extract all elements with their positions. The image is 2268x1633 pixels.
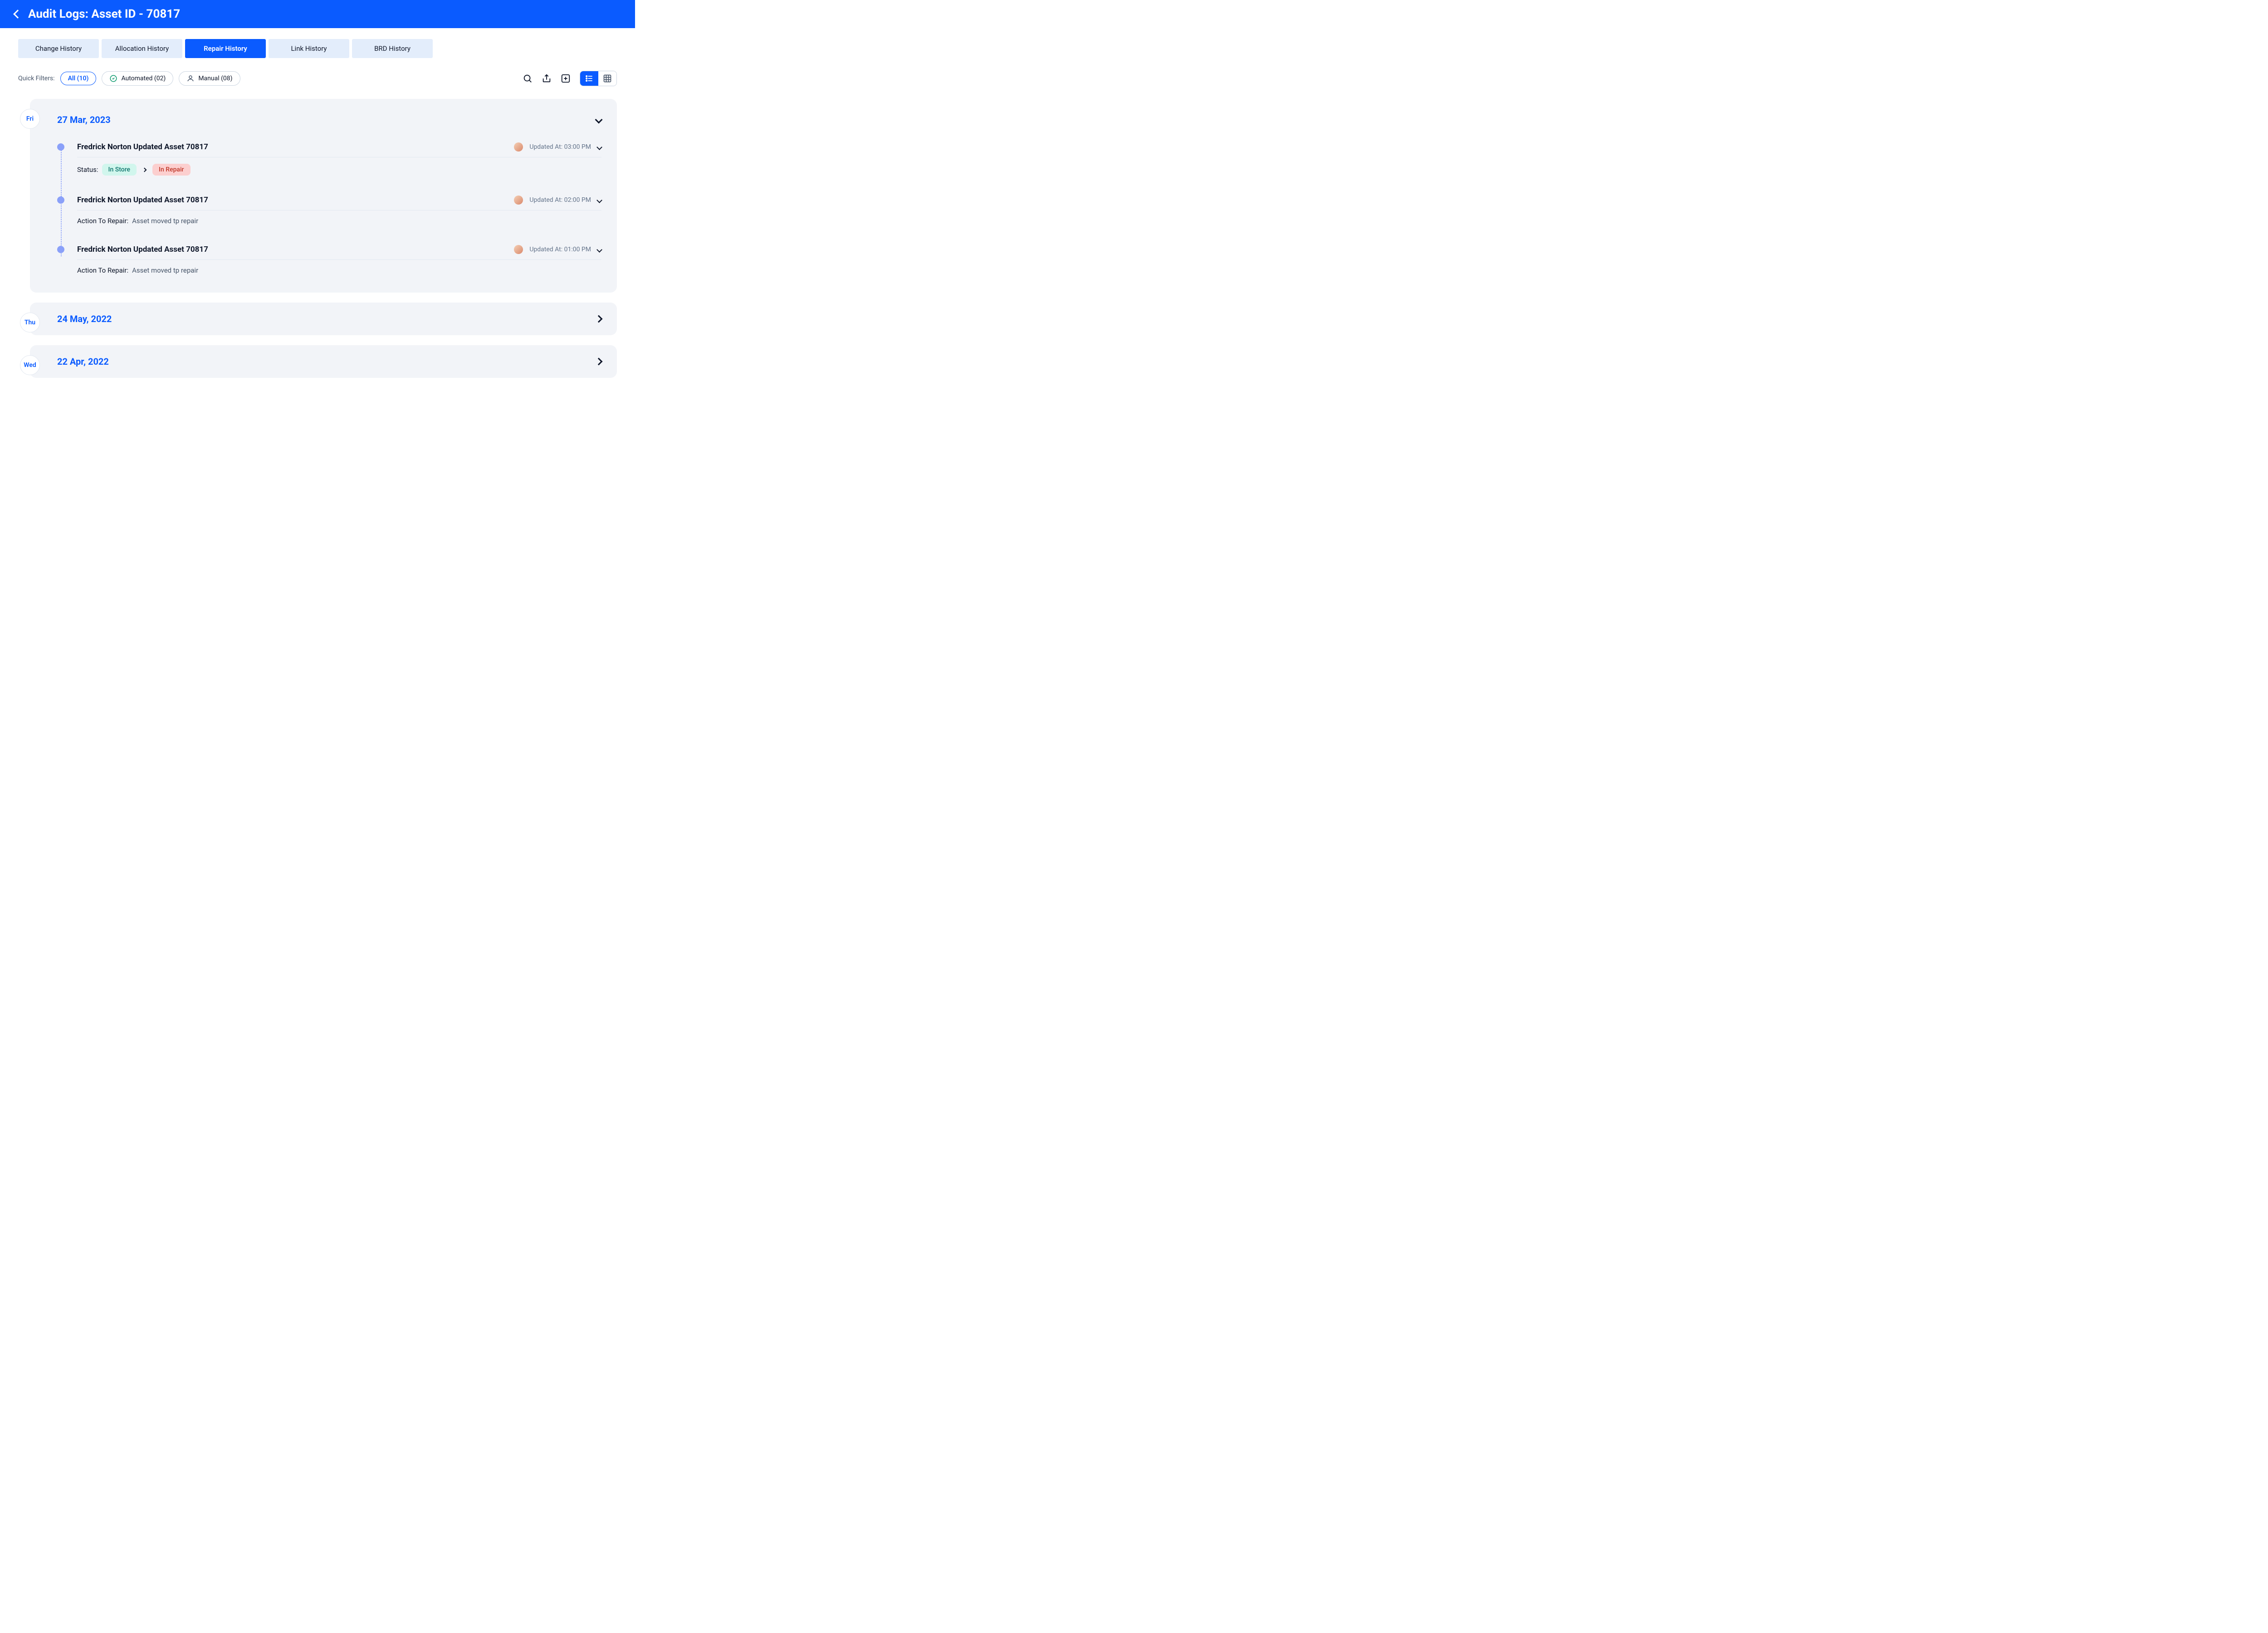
filters-left: Quick Filters: All (10) Automated (02) [18, 71, 240, 86]
tab-link-history[interactable]: Link History [269, 39, 349, 58]
automated-icon [109, 74, 117, 83]
action-value: Asset moved tp repair [132, 266, 198, 274]
event-item: Fredrick Norton Updated Asset 70817 Upda… [77, 245, 601, 274]
updated-at-label: Updated At: 01:00 PM [529, 246, 591, 253]
filter-pill-automated[interactable]: Automated (02) [102, 71, 173, 86]
event-body: Action To Repair: Asset moved tp repair [77, 210, 601, 225]
tab-change-history[interactable]: Change History [18, 39, 99, 58]
chevron-down-icon[interactable] [595, 116, 603, 124]
event-body: Action To Repair: Asset moved tp repair [77, 260, 601, 274]
chevron-right-icon[interactable] [595, 315, 603, 323]
action-value: Asset moved tp repair [132, 217, 198, 225]
updated-at-label: Updated At: 03:00 PM [529, 143, 591, 151]
day-group: Fri 27 Mar, 2023 Fredrick Norton Updated… [30, 99, 617, 293]
updated-at-label: Updated At: 02:00 PM [529, 196, 591, 204]
filter-pill-manual[interactable]: Manual (08) [179, 71, 240, 86]
day-header[interactable]: 22 Apr, 2022 [57, 356, 601, 367]
page-header: Audit Logs: Asset ID - 70817 [0, 0, 635, 28]
event-meta: Updated At: 02:00 PM [514, 196, 601, 205]
day-badge: Wed [20, 355, 40, 375]
day-badge: Thu [20, 313, 40, 332]
filter-pill-all[interactable]: All (10) [60, 72, 97, 85]
day-group: Thu 24 May, 2022 [30, 303, 617, 335]
chevron-down-icon[interactable] [596, 247, 602, 253]
event-header[interactable]: Fredrick Norton Updated Asset 70817 Upda… [77, 196, 601, 210]
event-title: Fredrick Norton Updated Asset 70817 [77, 245, 208, 254]
day-group: Wed 22 Apr, 2022 [30, 345, 617, 378]
manual-icon [186, 74, 195, 83]
day-header[interactable]: 24 May, 2022 [57, 313, 601, 324]
event-title: Fredrick Norton Updated Asset 70817 [77, 196, 208, 205]
avatar [514, 142, 523, 152]
filter-pill-label: Automated (02) [121, 75, 166, 82]
event-header[interactable]: Fredrick Norton Updated Asset 70817 Upda… [77, 142, 601, 157]
action-label: Action To Repair: [77, 217, 128, 225]
timeline-dot-icon [57, 196, 64, 204]
action-label: Action To Repair: [77, 266, 128, 274]
add-icon[interactable] [561, 73, 571, 83]
tab-repair-history[interactable]: Repair History [185, 39, 266, 58]
event-meta: Updated At: 01:00 PM [514, 245, 601, 254]
day-date: 22 Apr, 2022 [57, 356, 109, 367]
avatar [514, 196, 523, 205]
search-icon[interactable] [523, 73, 533, 83]
chevron-down-icon[interactable] [596, 144, 602, 150]
tab-brd-history[interactable]: BRD History [352, 39, 433, 58]
filter-pill-label: Manual (08) [198, 75, 232, 82]
tab-allocation-history[interactable]: Allocation History [102, 39, 182, 58]
status-to-chip: In Repair [152, 164, 190, 176]
view-list-icon[interactable] [580, 71, 598, 86]
page-content: Change History Allocation History Repair… [0, 28, 635, 406]
view-grid-icon[interactable] [598, 71, 616, 86]
event-header[interactable]: Fredrick Norton Updated Asset 70817 Upda… [77, 245, 601, 260]
tabs: Change History Allocation History Repair… [18, 39, 617, 58]
quick-filters-label: Quick Filters: [18, 75, 55, 82]
timeline-dot-icon [57, 143, 64, 151]
day-badge: Fri [20, 109, 40, 129]
filter-pill-label: All (10) [68, 75, 89, 82]
avatar [514, 245, 523, 254]
share-icon[interactable] [542, 73, 552, 83]
filters-row: Quick Filters: All (10) Automated (02) [18, 71, 617, 86]
event-title: Fredrick Norton Updated Asset 70817 [77, 142, 208, 152]
status-label: Status: [77, 166, 98, 174]
event-item: Fredrick Norton Updated Asset 70817 Upda… [77, 142, 601, 176]
timeline-dot-icon [57, 246, 64, 253]
day-date: 27 Mar, 2023 [57, 114, 111, 125]
events-list: Fredrick Norton Updated Asset 70817 Upda… [57, 142, 601, 274]
day-date: 24 May, 2022 [57, 313, 112, 324]
chevron-down-icon[interactable] [596, 197, 602, 203]
chevron-right-icon[interactable] [595, 358, 603, 366]
event-meta: Updated At: 03:00 PM [514, 142, 601, 152]
page-title: Audit Logs: Asset ID - 70817 [28, 7, 180, 21]
day-header[interactable]: 27 Mar, 2023 [57, 114, 601, 125]
arrow-right-icon [142, 167, 147, 172]
event-item: Fredrick Norton Updated Asset 70817 Upda… [77, 196, 601, 225]
event-body: Status: In Store In Repair [77, 157, 601, 176]
toolbar-right [523, 71, 617, 86]
back-icon[interactable] [13, 10, 22, 19]
status-from-chip: In Store [102, 164, 137, 176]
view-toggle [580, 71, 617, 86]
